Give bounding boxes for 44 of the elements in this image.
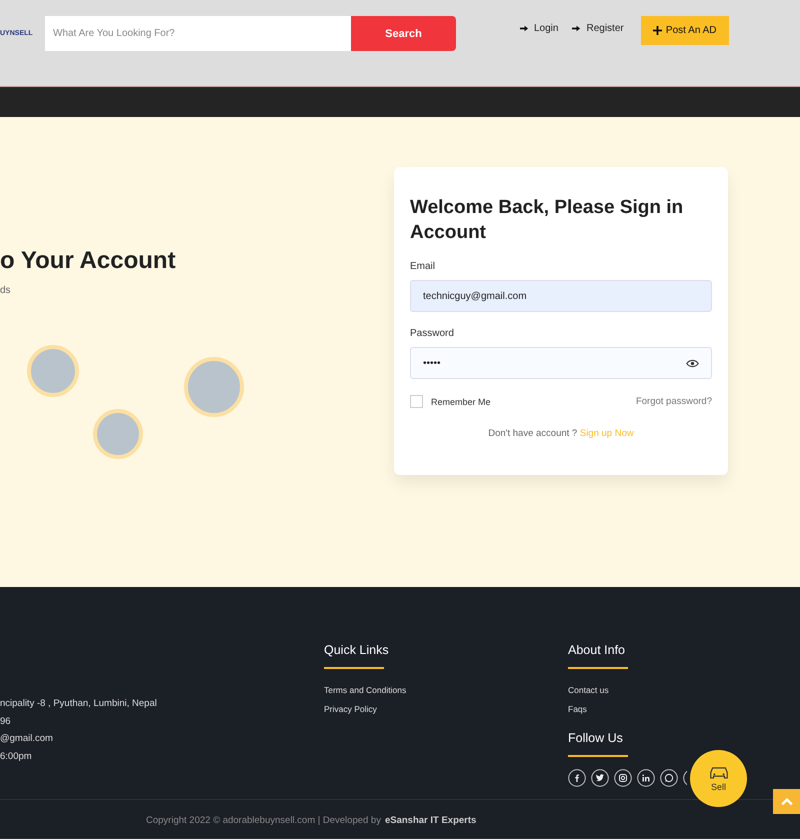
footer-heading: About Info <box>568 643 626 657</box>
nav-link[interactable]: Login <box>520 23 558 34</box>
chevron-up-icon <box>780 796 792 808</box>
car-icon <box>708 765 730 780</box>
nav-link[interactable]: Register <box>572 23 624 34</box>
email-field[interactable]: technicguy@gmail.com <box>410 280 712 312</box>
whatsapp-icon[interactable] <box>660 769 678 787</box>
plus-icon <box>652 26 662 35</box>
hero-subtext: ds <box>0 285 12 296</box>
twitter-icon[interactable] <box>591 769 609 787</box>
sign-in-icon <box>572 24 582 33</box>
search-button[interactable]: Search <box>351 16 456 51</box>
linkedin-icon[interactable] <box>637 769 655 787</box>
contact-text: 96 <box>0 714 12 728</box>
field-label: Email <box>410 261 436 272</box>
instagram-icon[interactable] <box>614 769 632 787</box>
remember-label: Remember Me <box>431 396 491 406</box>
forgot-password-link[interactable]: Forgot password? <box>636 396 712 407</box>
hero-heading: o Your Account <box>0 247 177 275</box>
photo-placeholder <box>93 409 143 459</box>
field-label: Password <box>410 328 455 339</box>
post-ad-button[interactable]: Post An AD <box>640 16 729 45</box>
facebook-icon[interactable] <box>568 769 586 787</box>
developer-link[interactable]: eSanshar IT Experts <box>384 814 476 826</box>
eye-icon[interactable] <box>686 358 699 368</box>
footer-link[interactable]: Privacy Policy <box>324 700 568 719</box>
contact-text: ncipality -8 , Pyuthan, Lumbini, Nepal <box>0 697 158 711</box>
password-field[interactable]: ••••• <box>410 347 712 379</box>
contact-text: 6:00pm <box>0 750 33 764</box>
sell-button[interactable]: Sell <box>690 750 747 807</box>
search-field[interactable]: What Are You Looking For? <box>45 16 351 51</box>
contact-text: @gmail.com <box>0 732 54 746</box>
social-icon[interactable] <box>683 769 687 787</box>
footer-heading: Follow Us <box>568 731 624 745</box>
footer-link[interactable]: Faqs <box>568 700 687 719</box>
signup-prompt: Don't have account ? <box>488 428 578 439</box>
sign-in-icon <box>520 24 529 33</box>
footer-link[interactable]: Terms and Conditions <box>324 681 568 700</box>
photo-placeholder <box>27 345 79 397</box>
copyright-text: Copyright 2022 © adorablebuynsell.com | Developed by <box>146 814 381 826</box>
footer-heading: Quick Links <box>324 643 390 657</box>
card-title: Welcome Back, Please Sign in Account <box>410 196 684 245</box>
remember-checkbox[interactable] <box>410 395 423 408</box>
footer-link[interactable]: Contact us <box>568 681 687 700</box>
